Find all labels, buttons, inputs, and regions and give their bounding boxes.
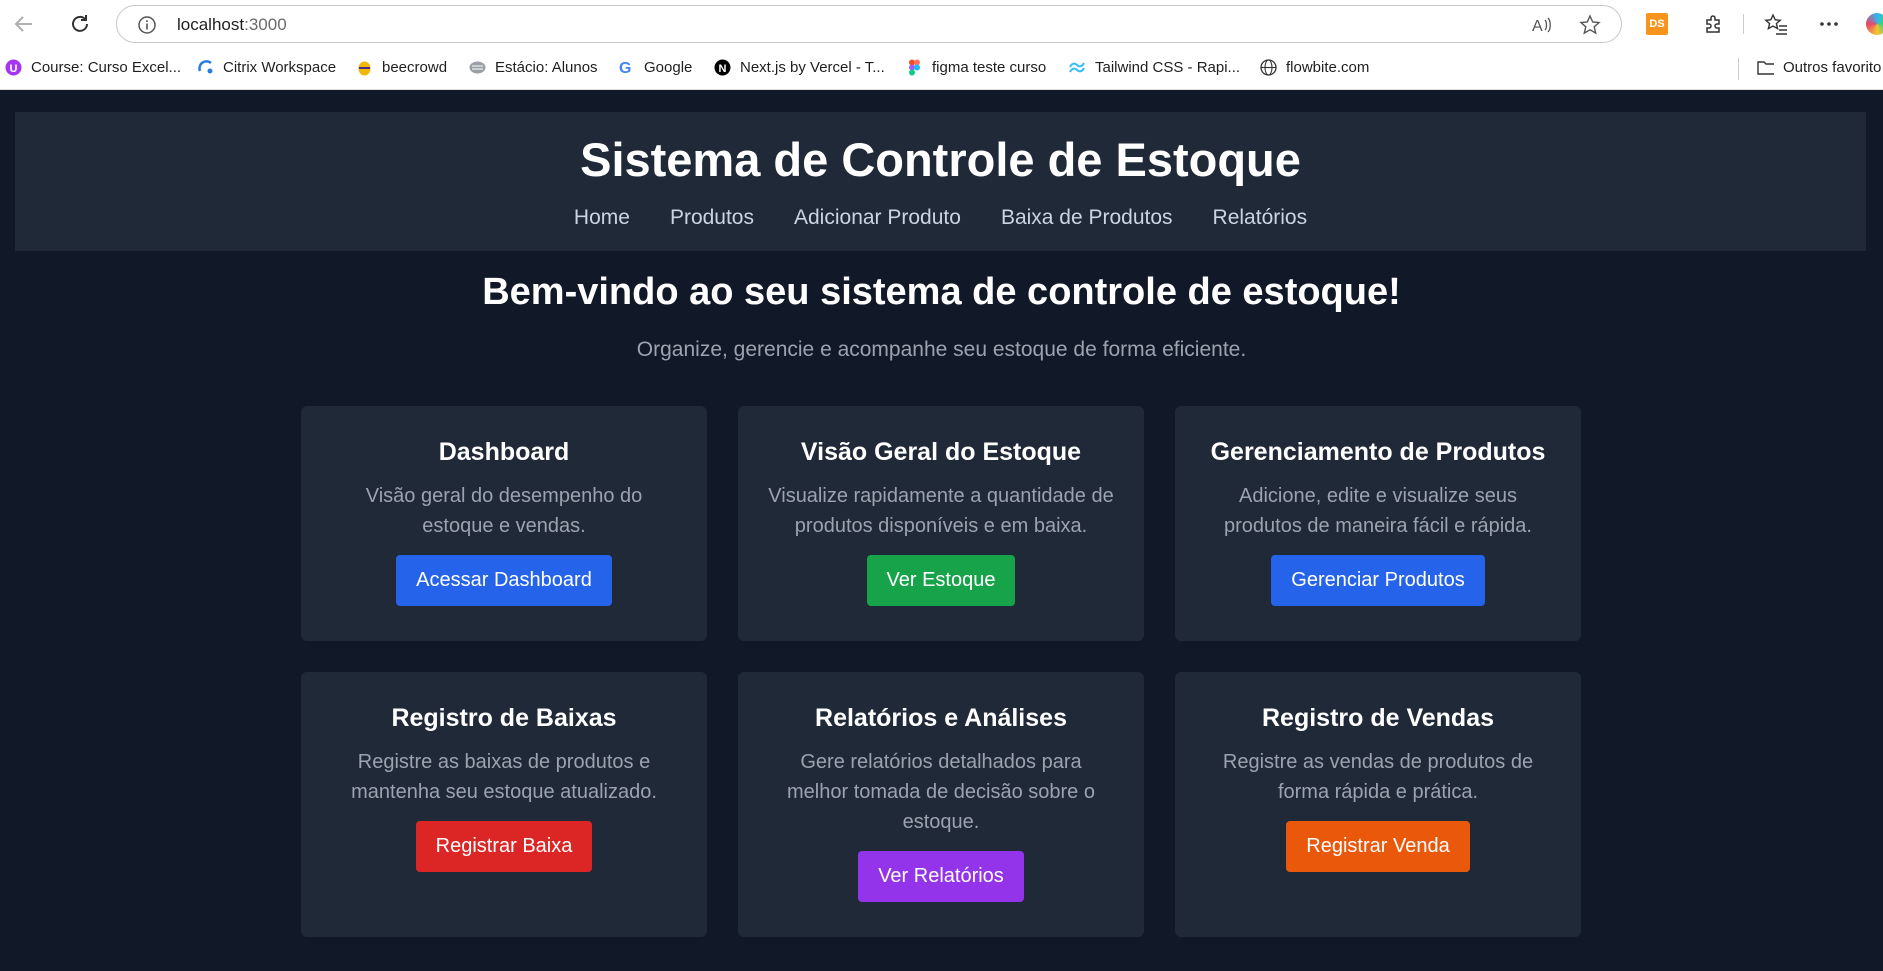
gerenciar-produtos-button[interactable]: Gerenciar Produtos	[1271, 555, 1485, 606]
bookmark-google[interactable]: G Google	[618, 59, 692, 76]
card-title: Gerenciamento de Produtos	[1210, 438, 1546, 466]
card-relatorios-analises: Relatórios e Análises Gere relatórios de…	[738, 672, 1144, 937]
welcome-subtitle: Organize, gerencie e acompanhe seu estoq…	[636, 338, 1247, 361]
acessar-dashboard-button[interactable]: Acessar Dashboard	[396, 555, 612, 606]
reload-icon	[72, 15, 88, 32]
card-visao-geral-estoque: Visão Geral do Estoque Visualize rapidam…	[738, 406, 1144, 641]
more-dots-icon	[1820, 22, 1838, 26]
bookmark-udemy[interactable]: U Course: Curso Excel...	[5, 59, 181, 76]
extensions-button[interactable]	[1696, 6, 1732, 42]
nav-home[interactable]: Home	[574, 206, 630, 230]
bookmark-label: Tailwind CSS - Rapi...	[1095, 59, 1241, 76]
bookmark-beecrowd[interactable]: beecrowd	[356, 59, 447, 76]
reload-button[interactable]	[62, 6, 98, 42]
bookmark-label: Citrix Workspace	[223, 59, 337, 76]
card-description: Visualize rapidamente a quantidade de pr…	[768, 485, 1114, 537]
copilot-icon[interactable]	[1866, 13, 1883, 35]
registrar-venda-button[interactable]: Registrar Venda	[1286, 821, 1470, 872]
nav-produtos[interactable]: Produtos	[670, 206, 754, 230]
url-text[interactable]: localhost:3000	[177, 15, 287, 35]
card-dashboard: Dashboard Visão geral do desempenho do e…	[301, 406, 707, 641]
card-description: Visão geral do desempenho do estoque e v…	[365, 485, 643, 537]
registrar-baixa-button[interactable]: Registrar Baixa	[415, 821, 593, 872]
site-info-icon[interactable]	[137, 15, 157, 40]
card-title: Registro de Baixas	[391, 704, 617, 732]
bookmark-tailwind[interactable]: Tailwind CSS - Rapi...	[1069, 59, 1240, 76]
card-title: Dashboard	[438, 438, 570, 466]
bookmark-estacio[interactable]: Estácio: Alunos	[469, 59, 598, 76]
bookmark-label: figma teste curso	[932, 59, 1047, 76]
card-description: Gere relatórios detalhados para melhor t…	[787, 751, 1095, 833]
app-page: Sistema de Controle de Estoque Home Prod…	[0, 90, 1883, 971]
bookmark-label: Estácio: Alunos	[495, 59, 598, 76]
bookmark-label: Next.js by Vercel - T...	[740, 59, 885, 76]
url-host: localhost	[177, 15, 245, 34]
card-description: Registre as vendas de produtos de forma …	[1222, 751, 1534, 803]
address-bar[interactable]: localhost:3000 A	[116, 5, 1622, 43]
favorite-star-icon[interactable]	[1579, 14, 1601, 41]
google-icon: G	[618, 59, 635, 76]
bookmark-figma[interactable]: figma teste curso	[906, 59, 1046, 76]
card-title: Relatórios e Análises	[815, 704, 1067, 732]
more-menu-button[interactable]	[1811, 6, 1847, 42]
ver-relatorios-button[interactable]: Ver Relatórios	[858, 851, 1024, 902]
bookmark-label: beecrowd	[382, 59, 448, 76]
bookmark-label: flowbite.com	[1286, 59, 1370, 76]
bookmark-nextjs[interactable]: N Next.js by Vercel - T...	[714, 59, 885, 76]
svg-text:G: G	[619, 60, 631, 76]
app-title: Sistema de Controle de Estoque	[580, 133, 1301, 186]
app-header: Sistema de Controle de Estoque Home Prod…	[15, 112, 1866, 251]
figma-icon	[906, 59, 923, 76]
estacio-icon	[469, 59, 486, 76]
card-title: Visão Geral do Estoque	[800, 438, 1082, 466]
card-description: Adicione, edite e visualize seus produto…	[1224, 485, 1532, 537]
nav-baixa-de-produtos[interactable]: Baixa de Produtos	[1001, 206, 1173, 230]
card-description: Registre as baixas de produtos e mantenh…	[351, 751, 657, 803]
back-arrow-icon	[14, 16, 32, 32]
beecrowd-icon	[356, 59, 373, 76]
nav-relatorios[interactable]: Relatórios	[1213, 206, 1308, 230]
nextjs-icon: N	[714, 59, 731, 76]
ds-extension-icon[interactable]: DS	[1646, 13, 1668, 35]
udemy-icon: U	[5, 59, 22, 76]
tailwind-icon	[1069, 59, 1086, 76]
welcome-heading: Bem-vindo ao seu sistema de controle de …	[482, 271, 1401, 313]
main-nav: Home Produtos Adicionar Produto Baixa de…	[15, 206, 1866, 230]
bookmark-flowbite[interactable]: flowbite.com	[1260, 59, 1369, 76]
globe-icon	[1260, 59, 1277, 76]
folder-icon	[1757, 59, 1774, 76]
bookmark-label: Course: Curso Excel...	[31, 59, 182, 76]
toolbar-divider	[1743, 14, 1744, 34]
favorites-list-icon	[1764, 13, 1787, 35]
card-title: Registro de Vendas	[1261, 704, 1495, 732]
favorites-button[interactable]	[1758, 6, 1794, 42]
bookmarks-divider	[1738, 58, 1739, 80]
other-favorites-label: Outros favorito	[1783, 59, 1882, 76]
svg-text:A: A	[1532, 18, 1543, 35]
read-aloud-icon[interactable]: A	[1531, 14, 1553, 41]
ver-estoque-button[interactable]: Ver Estoque	[866, 555, 1016, 606]
nav-adicionar-produto[interactable]: Adicionar Produto	[794, 206, 961, 230]
card-registro-vendas: Registro de Vendas Registre as vendas de…	[1175, 672, 1581, 937]
browser-toolbar: localhost:3000 A DS	[0, 0, 1883, 48]
card-registro-baixas: Registro de Baixas Registre as baixas de…	[301, 672, 707, 937]
svg-text:N: N	[719, 63, 727, 75]
card-gerenciamento-produtos: Gerenciamento de Produtos Adicione, edit…	[1175, 406, 1581, 641]
puzzle-icon	[1706, 15, 1720, 33]
citrix-icon	[197, 59, 214, 76]
other-favorites-folder[interactable]: Outros favorito	[1757, 59, 1881, 76]
svg-text:U: U	[10, 63, 18, 75]
url-port: :3000	[244, 15, 287, 34]
bookmark-label: Google	[644, 59, 693, 76]
bookmarks-bar: U Course: Curso Excel... Citrix Workspac…	[0, 48, 1883, 90]
feature-cards: Dashboard Visão geral do desempenho do e…	[301, 406, 1581, 937]
bookmark-citrix[interactable]: Citrix Workspace	[197, 59, 336, 76]
back-button[interactable]	[6, 6, 42, 42]
